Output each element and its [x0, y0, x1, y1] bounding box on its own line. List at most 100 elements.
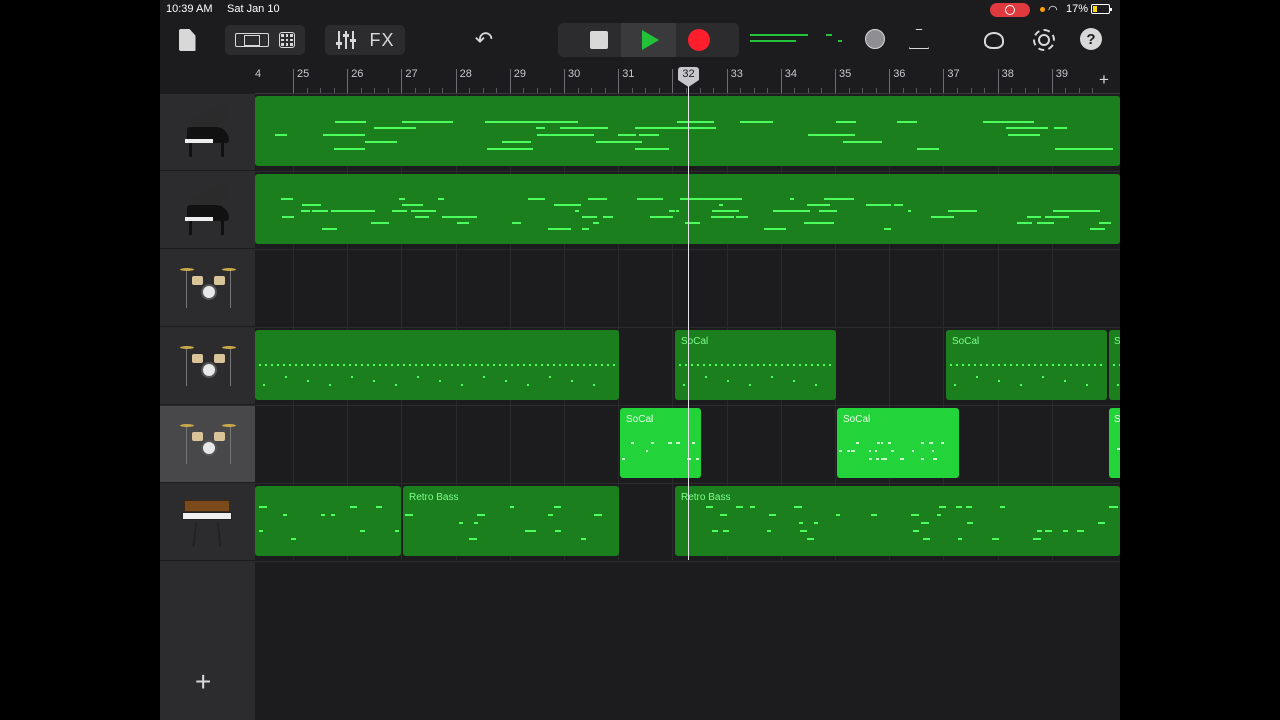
midi-note: [1045, 530, 1053, 532]
midi-note: [442, 216, 461, 218]
fx-button[interactable]: FX: [369, 30, 394, 51]
midi-note: [807, 538, 814, 540]
midi-note: [349, 364, 351, 366]
region-socal[interactable]: S: [1109, 330, 1120, 400]
midi-note: [1020, 384, 1022, 386]
ruler-subtick: [902, 88, 904, 93]
midi-note: [798, 522, 804, 524]
region[interactable]: [255, 330, 619, 400]
ruler-tick: [780, 69, 782, 93]
help-button[interactable]: ?: [1080, 28, 1102, 50]
midi-note: [823, 364, 825, 366]
midi-note: [265, 364, 267, 366]
midi-note: [793, 506, 802, 508]
midi-note: [398, 198, 406, 200]
midi-note: [703, 364, 705, 366]
midi-note: [607, 364, 609, 366]
midi-note: [484, 121, 540, 123]
midi-note: [259, 364, 261, 366]
add-track-button[interactable]: +: [195, 666, 211, 698]
midi-note: [373, 380, 375, 382]
midi-note: [1008, 134, 1040, 136]
midi-note: [921, 522, 929, 524]
undo-button[interactable]: ↶: [472, 27, 496, 52]
track-header-synth-bass[interactable]: [160, 484, 255, 561]
tracks-view-icon[interactable]: [235, 33, 269, 47]
midi-note: [565, 364, 567, 366]
midi-note: [667, 442, 672, 444]
region-socal-selected[interactable]: SoCal: [837, 408, 959, 478]
midi-note: [458, 522, 464, 524]
midi-note: [668, 210, 675, 212]
piano-icon: [183, 103, 233, 161]
midi-note: [410, 210, 436, 212]
midi-note: [1037, 222, 1054, 224]
ruler-subtick: [658, 88, 660, 93]
master-volume-slider[interactable]: [865, 29, 885, 49]
midi-note: [351, 376, 353, 378]
play-button[interactable]: [621, 23, 676, 57]
midi-note: [283, 364, 285, 366]
midi-note: [405, 514, 414, 516]
midi-note: [333, 148, 365, 150]
ruler-bar-number: 33: [730, 68, 743, 80]
region-socal[interactable]: SoCal: [946, 330, 1107, 400]
midi-note: [936, 514, 942, 516]
midi-note: [583, 364, 585, 366]
midi-note: [445, 364, 447, 366]
live-loops-grid-icon[interactable]: [279, 32, 295, 48]
ruler-subtick: [482, 88, 484, 93]
region-retro-bass[interactable]: Retro Bass: [675, 486, 1120, 556]
midi-note: [415, 216, 429, 218]
my-songs-button[interactable]: [177, 28, 197, 52]
midi-note: [592, 222, 600, 224]
midi-note: [871, 514, 878, 516]
midi-note: [750, 506, 756, 508]
region-socal[interactable]: SoCal: [675, 330, 836, 400]
settings-button[interactable]: [1031, 27, 1057, 53]
midi-note: [962, 364, 964, 366]
ruler-subtick: [848, 88, 850, 93]
region-socal-selected[interactable]: S: [1109, 408, 1120, 478]
ruler-bar-number: 37: [947, 68, 960, 80]
midi-note: [322, 134, 366, 136]
midi-note: [473, 522, 479, 524]
ruler-tick: [347, 69, 349, 93]
midi-note: [574, 210, 580, 212]
midi-note: [1028, 364, 1030, 366]
midi-note: [385, 364, 387, 366]
midi-note: [710, 216, 735, 218]
midi-note: [894, 204, 904, 206]
add-section-button[interactable]: +: [1099, 70, 1109, 90]
track-header-piano-1[interactable]: [160, 94, 255, 171]
ruler-subtick: [916, 88, 918, 93]
midi-note: [312, 210, 329, 212]
midi-note: [319, 364, 321, 366]
region-retro-bass[interactable]: Retro Bass: [403, 486, 619, 556]
midi-note: [1076, 364, 1078, 366]
ruler-bar-number: 29: [513, 68, 527, 80]
track-header-drums-2[interactable]: [160, 328, 255, 405]
midi-note: [1004, 364, 1006, 366]
midi-note: [509, 506, 515, 508]
stop-button[interactable]: [576, 23, 621, 57]
track-header-drums-3[interactable]: [160, 406, 255, 483]
midi-note: [874, 450, 878, 452]
region[interactable]: [255, 486, 401, 556]
track-header-piano-2[interactable]: [160, 172, 255, 249]
record-icon: [687, 29, 710, 51]
ruler-bar-partial: 4: [255, 68, 262, 80]
midi-note: [790, 198, 794, 200]
loop-browser-button[interactable]: [982, 28, 1006, 52]
mixer-icon[interactable]: [335, 30, 357, 50]
midi-note: [839, 450, 842, 452]
record-button[interactable]: [676, 23, 721, 57]
ruler-subtick: [442, 88, 444, 93]
midi-note: [505, 364, 507, 366]
metronome-button[interactable]: [908, 28, 930, 50]
track-header-drums-1[interactable]: [160, 250, 255, 327]
midi-note: [676, 210, 680, 212]
midi-note: [896, 121, 918, 123]
midi-note: [781, 364, 783, 366]
midi-note: [529, 364, 531, 366]
